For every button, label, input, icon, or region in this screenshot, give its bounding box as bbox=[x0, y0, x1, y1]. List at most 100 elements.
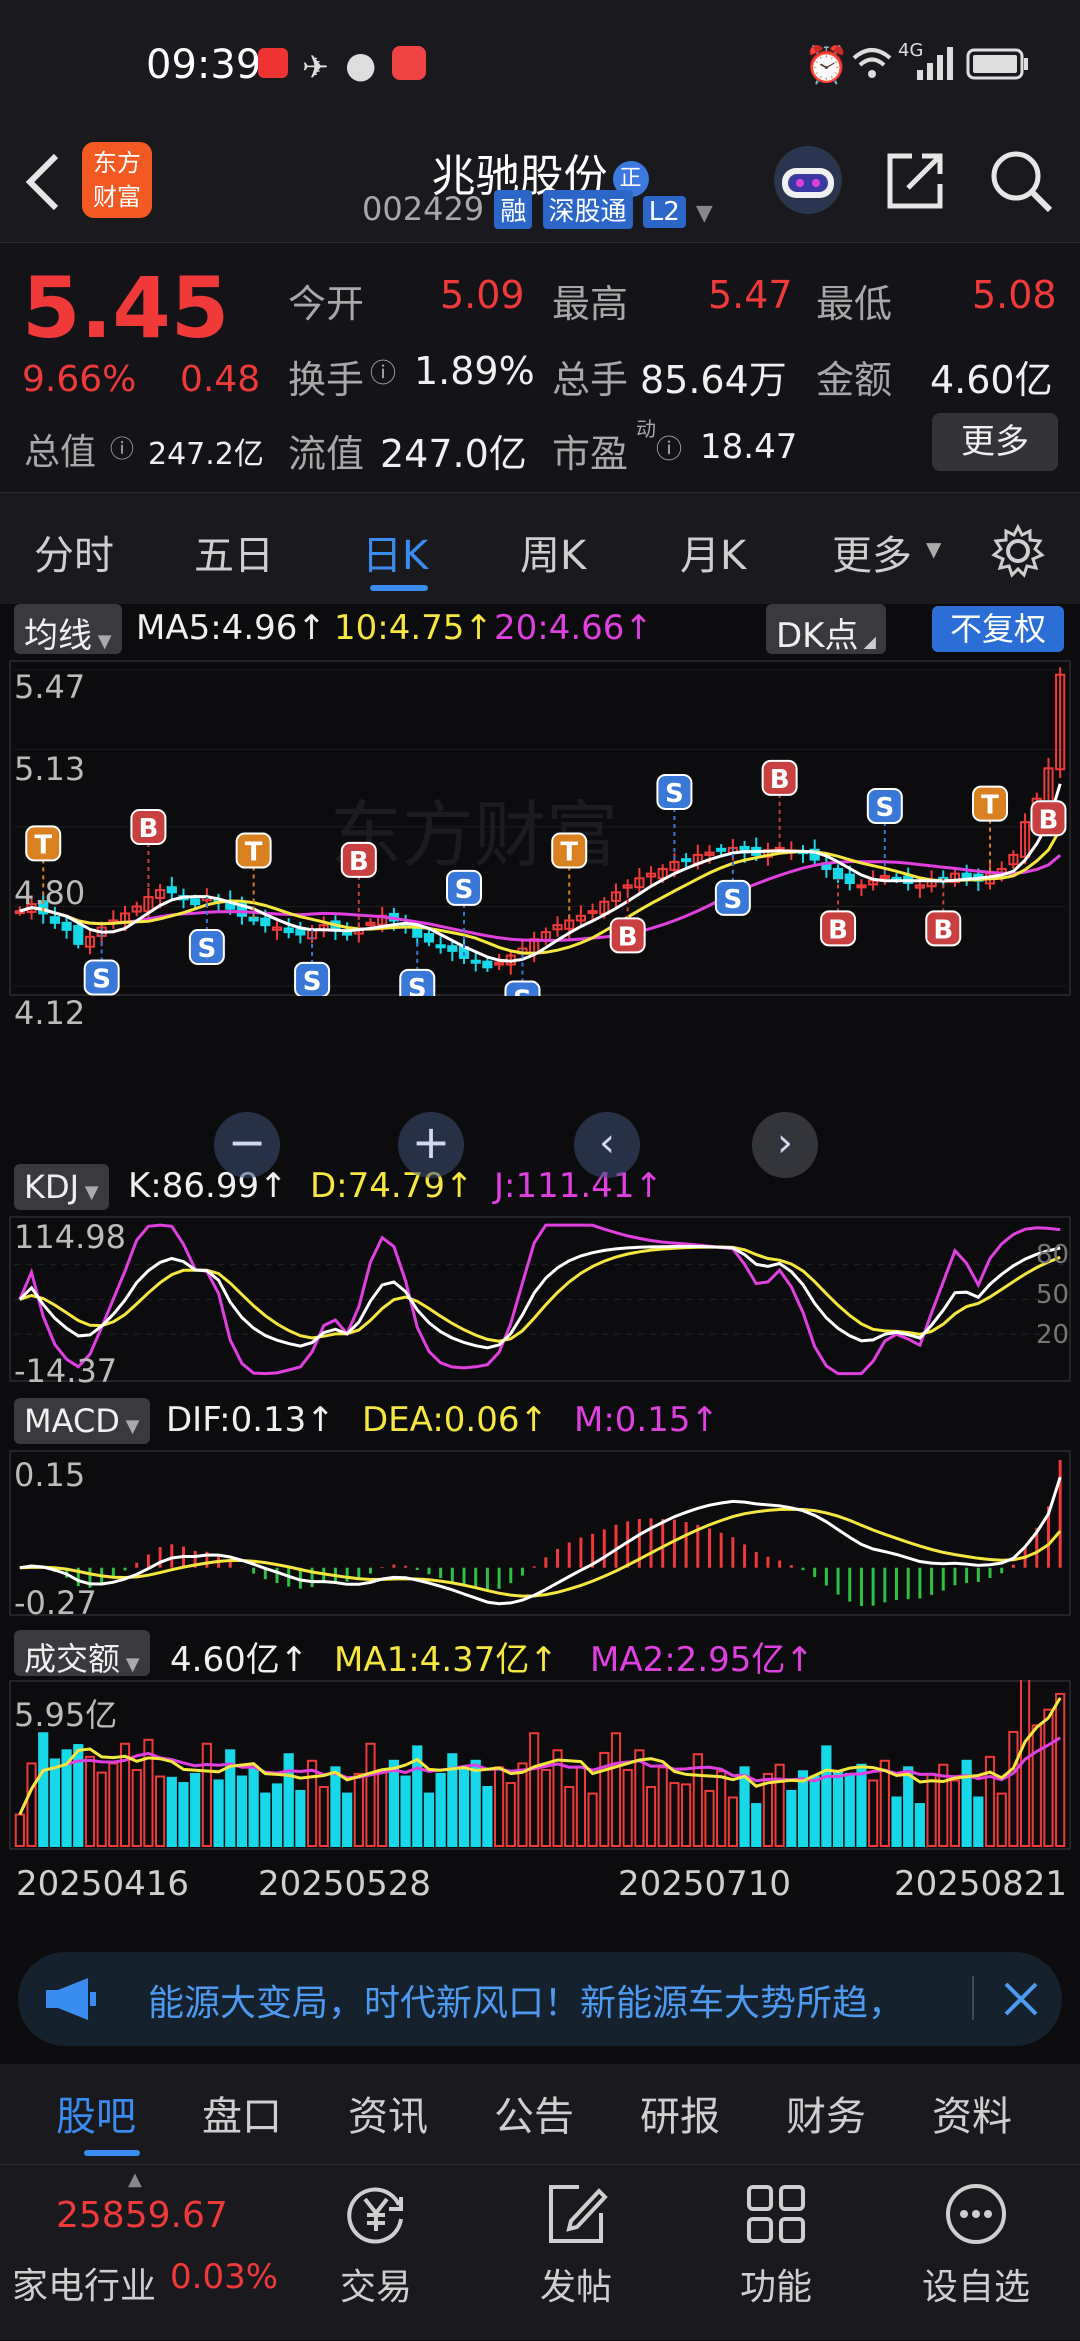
macd-dif-label: DIF:0.13↑ bbox=[166, 1400, 335, 1440]
candle-body bbox=[470, 959, 481, 964]
volume-bar bbox=[493, 1766, 505, 1847]
kdj-selector[interactable]: KDJ ▼ bbox=[14, 1164, 109, 1210]
tab-announcement[interactable]: 公告 bbox=[494, 2084, 574, 2142]
volume-bar bbox=[681, 1783, 692, 1847]
no-adjust-button[interactable]: 不复权 bbox=[932, 606, 1064, 652]
volume-bar bbox=[973, 1796, 984, 1847]
zoom-out-button[interactable]: − bbox=[214, 1112, 280, 1178]
kdj-d-line bbox=[19, 1245, 1061, 1343]
date-label-3: 20250710 bbox=[618, 1864, 792, 1904]
tab-weekly-k[interactable]: 周K bbox=[520, 523, 586, 581]
info-icon[interactable]: ⓘ bbox=[656, 429, 682, 466]
info-icon[interactable]: ⓘ bbox=[110, 429, 134, 464]
macd-axis-top: 0.15 bbox=[14, 1456, 86, 1494]
more-dots-icon bbox=[946, 2184, 1006, 2244]
function-button[interactable]: 功能 bbox=[676, 2179, 876, 2310]
more-button[interactable]: 更多 bbox=[932, 413, 1058, 471]
ma-selector[interactable]: 均线 ▼ bbox=[14, 604, 122, 656]
candle-body bbox=[295, 928, 306, 936]
post-button[interactable]: 发帖 bbox=[476, 2179, 676, 2310]
kdj-axis-bottom: -14.37 bbox=[14, 1352, 118, 1390]
zoom-in-button[interactable]: + bbox=[398, 1112, 464, 1178]
macd-selector[interactable]: MACD ▼ bbox=[14, 1398, 150, 1444]
signal-marker-label: S bbox=[197, 934, 216, 964]
price-axis-3: 4.80 bbox=[14, 874, 86, 912]
info-icon[interactable]: ⓘ bbox=[370, 353, 396, 390]
signal-marker-label: S bbox=[665, 779, 684, 809]
vol-axis-top: 5.95亿 bbox=[14, 1696, 118, 1734]
kdj-ref-80: 80 bbox=[1036, 1240, 1070, 1270]
eastmoney-logo: 东方财富 bbox=[82, 142, 152, 218]
volume-panel[interactable] bbox=[0, 1680, 1080, 1850]
chevron-down-icon[interactable]: ▼ bbox=[696, 201, 713, 226]
robot-assistant-icon[interactable] bbox=[770, 142, 846, 218]
kdj-ref-50: 50 bbox=[1036, 1280, 1070, 1310]
volume-bar bbox=[470, 1759, 481, 1847]
macd-dea-line bbox=[19, 1507, 1062, 1598]
dk-point-button[interactable]: DK点 ◢ bbox=[766, 604, 886, 656]
high-value: 5.47 bbox=[708, 273, 793, 317]
tab-daily-k[interactable]: 日K bbox=[362, 523, 428, 581]
tab-monthly-k[interactable]: 月K bbox=[680, 523, 746, 581]
signal-marker-label: B bbox=[139, 814, 159, 844]
candle-body bbox=[856, 884, 867, 889]
promo-banner[interactable]: 能源大变局，时代新风口！新能源车大势所趋， bbox=[18, 1952, 1062, 2046]
paper-plane-icon: ✈ bbox=[302, 48, 329, 86]
volume-bar bbox=[213, 1779, 224, 1847]
candle-body bbox=[423, 933, 435, 943]
signal-marker-label: S bbox=[875, 793, 894, 823]
close-icon[interactable] bbox=[1002, 1980, 1040, 2018]
share-icon[interactable] bbox=[882, 148, 948, 214]
industry-index-widget[interactable]: ▲ 25859.67 家电行业 0.03% bbox=[0, 2165, 280, 2341]
volume-bar bbox=[575, 1766, 587, 1847]
candle-body bbox=[832, 867, 844, 880]
trade-button[interactable]: 交易 bbox=[276, 2179, 476, 2310]
alarm-icon: ⏰ bbox=[804, 45, 849, 86]
kdj-panel[interactable] bbox=[0, 1216, 1080, 1382]
kdj-ref-20: 20 bbox=[1036, 1320, 1070, 1350]
add-watchlist-label: 设自选 bbox=[921, 2267, 1030, 2308]
candle-body bbox=[73, 925, 84, 945]
tab-more[interactable]: 更多 bbox=[832, 523, 912, 581]
volume-bar bbox=[330, 1766, 341, 1847]
signal-marker-label: S bbox=[92, 964, 111, 994]
turnover-value: 1.89% bbox=[414, 349, 535, 393]
volume-bar bbox=[260, 1792, 271, 1847]
macd-panel[interactable] bbox=[0, 1450, 1080, 1616]
volume-bar bbox=[155, 1775, 166, 1847]
settings-gear-icon[interactable] bbox=[990, 523, 1046, 579]
back-arrow-icon[interactable] bbox=[20, 150, 64, 214]
kline-chart[interactable]: 均线 ▼ MA5:4.96↑ 10:4.75↑ 20:4.66↑ DK点 ◢ 不… bbox=[0, 604, 1080, 1934]
tab-profile[interactable]: 资料 bbox=[932, 2084, 1012, 2142]
price-axis-2: 5.13 bbox=[14, 750, 86, 788]
volume-bar bbox=[716, 1770, 727, 1847]
tag-l2: L2 bbox=[642, 196, 686, 228]
tab-guba[interactable]: 股吧 bbox=[56, 2084, 136, 2142]
signal-marker-label: B bbox=[828, 915, 848, 945]
signal-marker-label: B bbox=[349, 847, 369, 877]
candle-body bbox=[844, 873, 855, 885]
app-notification-icon bbox=[392, 46, 426, 80]
industry-change: 0.03% bbox=[170, 2257, 279, 2297]
scroll-right-button[interactable]: › bbox=[752, 1112, 818, 1178]
add-watchlist-button[interactable]: 设自选 bbox=[876, 2179, 1076, 2310]
price-axis-top: 5.47 bbox=[14, 668, 86, 706]
volume-bar bbox=[400, 1775, 411, 1847]
scroll-left-button[interactable]: ‹ bbox=[574, 1112, 640, 1178]
tab-news[interactable]: 资讯 bbox=[348, 2084, 428, 2142]
function-label: 功能 bbox=[739, 2267, 812, 2308]
volume-bar bbox=[377, 1768, 388, 1847]
search-icon[interactable] bbox=[986, 146, 1056, 216]
volume-bar bbox=[949, 1779, 961, 1847]
tab-five-day[interactable]: 五日 bbox=[194, 523, 274, 581]
tab-research[interactable]: 研报 bbox=[640, 2084, 720, 2142]
signal-marker-label: T bbox=[560, 837, 578, 867]
signal-icon bbox=[917, 47, 953, 80]
price-panel[interactable]: 东方财富TSBSTSBSSSTBSSBBSBTB bbox=[0, 660, 1080, 996]
tab-finance[interactable]: 财务 bbox=[786, 2084, 866, 2142]
volume-selector[interactable]: 成交额 ▼ bbox=[14, 1630, 150, 1678]
amount-label: 金额 bbox=[816, 358, 893, 402]
tab-intraday[interactable]: 分时 bbox=[34, 523, 114, 581]
tab-pankou[interactable]: 盘口 bbox=[202, 2084, 282, 2142]
chat-bubble-icon: ● bbox=[345, 45, 377, 86]
